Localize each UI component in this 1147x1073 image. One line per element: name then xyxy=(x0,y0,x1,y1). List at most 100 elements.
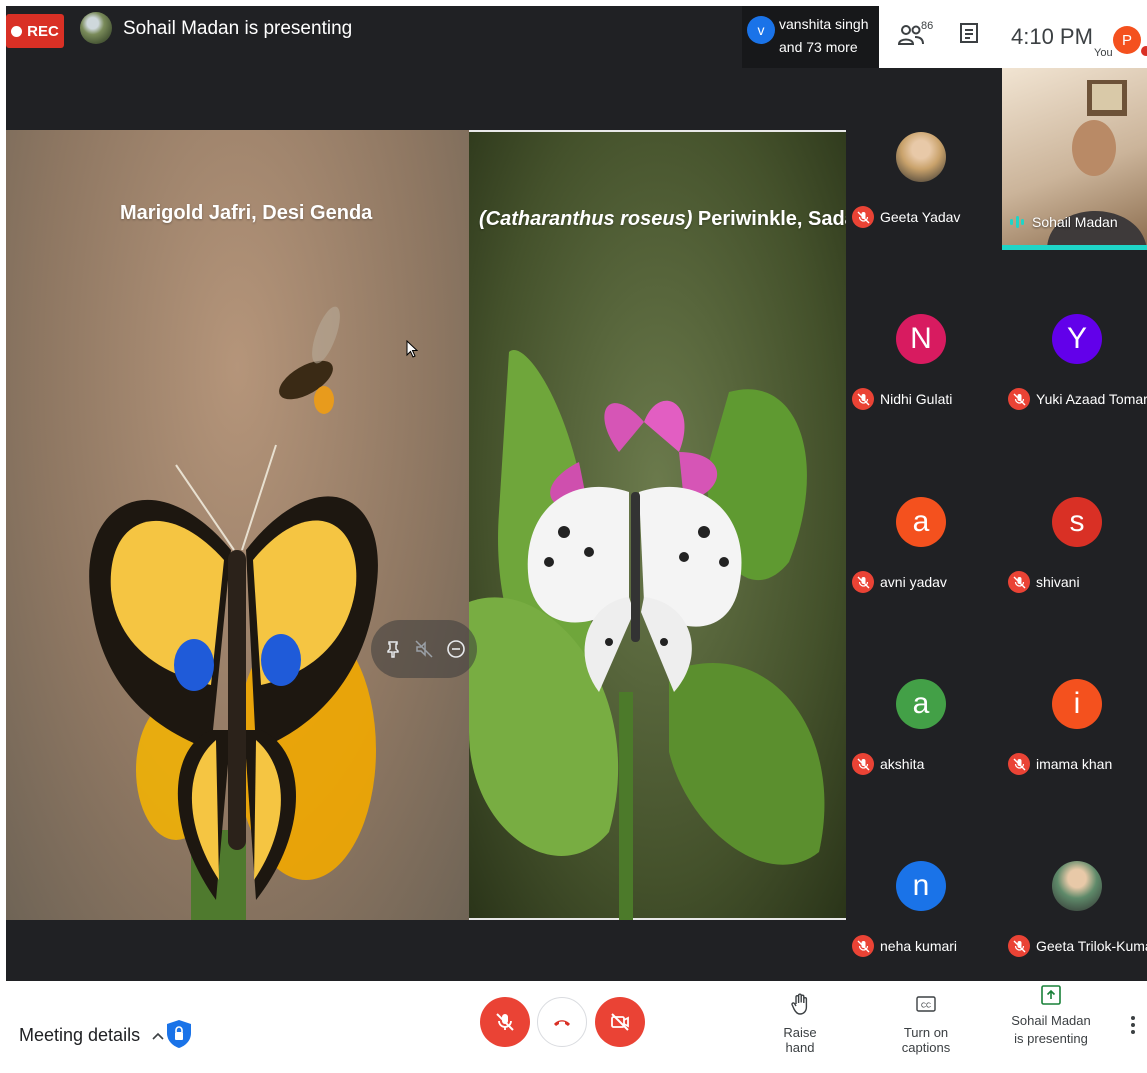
self-avatar[interactable]: P xyxy=(1113,26,1141,54)
meeting-details-button[interactable]: Meeting details xyxy=(19,1025,164,1046)
slide-right-panel: (Catharanthus roseus) Periwinkle, Sadaba… xyxy=(469,130,846,920)
participant-tile[interactable]: a avni yadav xyxy=(846,433,996,615)
participant-label: Geeta Trilok-Kumar xyxy=(1008,935,1147,957)
remove-icon[interactable] xyxy=(446,639,466,659)
hand-icon xyxy=(791,993,808,1015)
people-count: 86 xyxy=(921,20,934,32)
rec-label: REC xyxy=(27,22,59,40)
participant-tile[interactable]: i imama khan xyxy=(1002,615,1147,797)
participant-tile[interactable]: Y Yuki Azaad Tomar xyxy=(1002,250,1147,432)
leave-call-button[interactable] xyxy=(537,997,587,1047)
microphone-toggle-button[interactable] xyxy=(480,997,530,1047)
participant-tile[interactable]: a akshita xyxy=(846,615,996,797)
marigold-butterfly-picture xyxy=(89,306,378,920)
participant-photo xyxy=(1052,861,1102,911)
clock: 4:10 PM xyxy=(1011,24,1093,49)
present-screen-icon xyxy=(1041,985,1061,1005)
right-caption-rest: Periwinkle, Sadabahar xyxy=(697,208,846,230)
chevron-up-icon xyxy=(152,1032,164,1040)
participant-name: Nidhi Gulati xyxy=(880,391,953,407)
participant-name: shivani xyxy=(1036,574,1080,590)
captions-button[interactable]: CC Turn on captions xyxy=(878,993,974,1055)
participant-photo xyxy=(896,132,946,182)
participant-name: Geeta Yadav xyxy=(880,209,961,225)
participant-avatar: n xyxy=(896,847,946,925)
participant-label: neha kumari xyxy=(852,935,957,957)
participant-name: imama khan xyxy=(1036,756,1113,772)
participant-tile[interactable]: n neha kumari xyxy=(846,797,996,979)
mic-off-icon xyxy=(1008,935,1030,957)
participant-initial: Y xyxy=(1052,314,1102,364)
participant-name: neha kumari xyxy=(880,938,958,954)
participant-tile[interactable]: Geeta Yadav xyxy=(846,68,996,250)
tile-hover-controls xyxy=(371,620,477,678)
captions-icon: CC xyxy=(916,996,936,1012)
left-slide-caption: Marigold Jafri, Desi Genda xyxy=(120,202,373,224)
mute-speaker-icon[interactable] xyxy=(414,639,434,659)
mic-off-icon xyxy=(852,753,874,775)
overflow-participants[interactable]: v vanshita singh and 73 more xyxy=(742,6,879,68)
self-label: You xyxy=(1094,47,1113,59)
participant-tile[interactable]: s shivani xyxy=(1002,433,1147,615)
meeting-info-bar: 86 4:10 PM You P xyxy=(879,6,1147,68)
pin-icon[interactable] xyxy=(383,639,403,659)
raise-hand-button[interactable]: Raise hand xyxy=(770,993,830,1055)
participant-name: akshita xyxy=(880,756,925,772)
participant-name: Geeta Trilok-Kumar xyxy=(1036,938,1147,954)
participant-initial: a xyxy=(896,679,946,729)
overflow-name: vanshita singh xyxy=(779,16,869,32)
mic-off-icon xyxy=(496,1013,514,1031)
host-speaking-indicator: Sohail Madan xyxy=(1008,214,1118,230)
participant-initial: a xyxy=(896,497,946,547)
chat-icon[interactable] xyxy=(959,22,979,44)
participant-avatar: i xyxy=(1052,665,1102,743)
participant-label: Geeta Yadav xyxy=(852,206,960,228)
meeting-details-label: Meeting details xyxy=(19,1025,141,1045)
participant-avatar: a xyxy=(896,483,946,561)
camera-toggle-button[interactable] xyxy=(595,997,645,1047)
presenting-status-button[interactable]: Sohail Madan is presenting xyxy=(1008,984,1094,1048)
camera-off-icon xyxy=(611,1013,629,1031)
participant-name: Sohail Madan xyxy=(1032,214,1118,230)
periwinkle-butterfly-picture xyxy=(469,349,825,920)
presenting-title: Sohail Madan is presenting xyxy=(123,18,353,39)
overflow-avatar: v xyxy=(747,16,775,44)
meeting-stage: REC Sohail Madan is presenting v vanshit… xyxy=(6,6,1147,981)
participant-avatar: s xyxy=(1052,483,1102,561)
more-options-icon[interactable] xyxy=(1127,1013,1139,1037)
participant-name: avni yadav xyxy=(880,574,947,590)
mic-off-icon xyxy=(852,388,874,410)
mic-off-icon xyxy=(852,206,874,228)
participant-label: imama khan xyxy=(1008,753,1112,775)
present-label-line2: is presenting xyxy=(1014,1031,1088,1046)
slide-left-panel: Marigold Jafri, Desi Genda xyxy=(6,130,469,920)
participant-tile-video[interactable]: Sohail Madan xyxy=(1002,68,1147,250)
participant-name: Yuki Azaad Tomar xyxy=(1036,391,1147,407)
top-right-bar: v vanshita singh and 73 more 86 4:10 PM … xyxy=(742,6,1147,68)
record-dot-icon xyxy=(11,25,23,37)
captions-label: Turn on captions xyxy=(901,1025,951,1055)
participant-avatar: Y xyxy=(1052,300,1102,378)
raise-hand-label: Raise hand xyxy=(783,1025,817,1055)
present-label-line1: Sohail Madan xyxy=(1011,1013,1091,1028)
mic-off-icon xyxy=(852,935,874,957)
mic-off-icon xyxy=(1008,753,1030,775)
participant-label: Yuki Azaad Tomar xyxy=(1008,388,1147,410)
host-controls-shield-icon[interactable] xyxy=(166,1019,192,1049)
participant-avatar: N xyxy=(896,300,946,378)
svg-text:CC: CC xyxy=(921,1003,931,1010)
participant-initial: N xyxy=(896,314,946,364)
presentation-slide: Marigold Jafri, Desi Genda (Catharanthus… xyxy=(6,130,846,920)
mic-off-icon xyxy=(1008,571,1030,593)
participant-grid: Geeta Yadav Sohail Madan N Nidhi Gulati Y Yuk… xyxy=(846,68,1147,981)
participant-label: avni yadav xyxy=(852,571,947,593)
participant-initial: i xyxy=(1052,679,1102,729)
mouse-cursor-icon xyxy=(406,340,418,358)
mic-off-icon xyxy=(1008,388,1030,410)
participant-label: akshita xyxy=(852,753,924,775)
participant-tile[interactable]: Geeta Trilok-Kumar xyxy=(1002,797,1147,979)
right-slide-caption: (Catharanthus roseus) Periwinkle, Sadaba… xyxy=(479,208,846,231)
participant-avatar: a xyxy=(896,665,946,743)
hang-up-icon xyxy=(554,1020,570,1026)
participant-tile[interactable]: N Nidhi Gulati xyxy=(846,250,996,432)
